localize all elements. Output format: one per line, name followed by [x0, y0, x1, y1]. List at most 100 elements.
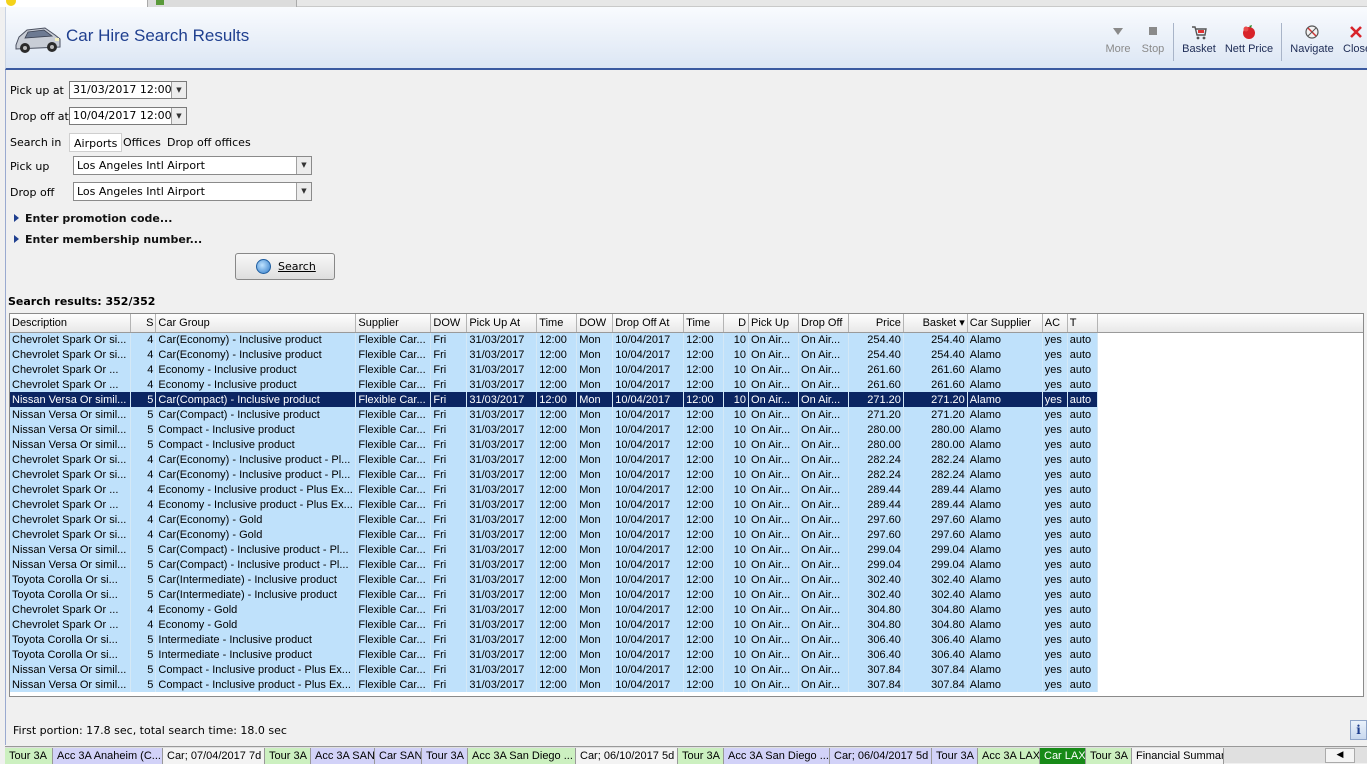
table-row[interactable]: Toyota Corolla Or si... 5 Car(Intermediate…: [10, 572, 1363, 587]
bottom-tab[interactable]: Car LAX: [1040, 748, 1086, 764]
table-row[interactable]: Chevrolet Spark Or ... 4 Economy - Inclusi…: [10, 482, 1363, 497]
table-row[interactable]: Nissan Versa Or simil... 5 Compact - Inclu…: [10, 662, 1363, 677]
close-button[interactable]: Close: [1343, 24, 1367, 58]
table-row[interactable]: Toyota Corolla Or si... 5 Intermediate - I…: [10, 632, 1363, 647]
table-row[interactable]: Chevrolet Spark Or si... 4 Car(Economy) - …: [10, 347, 1363, 362]
column-header-dropoff-location[interactable]: Drop Off: [798, 314, 849, 333]
table-row[interactable]: Nissan Versa Or simil... 5 Compact - Inclu…: [10, 677, 1363, 692]
nett-price-button[interactable]: Nett Price: [1223, 24, 1275, 58]
table-row[interactable]: Toyota Corolla Or si... 5 Car(Intermediate…: [10, 587, 1363, 602]
bottom-tab[interactable]: Tour 3A: [1086, 748, 1132, 764]
bottom-tab[interactable]: Car; 06/10/2017 5d: [576, 748, 678, 764]
column-header-pickup-time[interactable]: Time: [536, 314, 578, 333]
column-header-ac[interactable]: AC: [1042, 314, 1068, 333]
pickup-location-select[interactable]: Los Angeles Intl Airport ▼: [73, 156, 312, 175]
more-button[interactable]: More: [1103, 24, 1133, 58]
search-button[interactable]: Search: [235, 253, 335, 280]
bottom-tab[interactable]: Acc 3A LAX: [978, 748, 1040, 764]
table-row[interactable]: Chevrolet Spark Or ... 4 Economy - Inclusi…: [10, 362, 1363, 377]
promotion-code-expander[interactable]: Enter promotion code...: [14, 212, 172, 225]
dropoff-location-select[interactable]: Los Angeles Intl Airport ▼: [73, 182, 312, 201]
table-row[interactable]: Nissan Versa Or simil... 5 Car(Compact) - …: [10, 542, 1363, 557]
column-header-seats[interactable]: S: [130, 314, 157, 333]
chevron-down-icon[interactable]: ▼: [296, 183, 311, 200]
column-header-basket-price[interactable]: Basket ▾: [903, 314, 968, 333]
basket-button[interactable]: Basket: [1179, 24, 1219, 58]
bottom-tab[interactable]: Financial Summary: [1132, 748, 1224, 764]
cell-dropoff-time: 12:00: [683, 542, 725, 557]
column-header-description[interactable]: Description: [10, 314, 132, 333]
tabs-scroll-left-button[interactable]: ◀: [1325, 748, 1355, 763]
bottom-tab[interactable]: Car SAN: [375, 748, 422, 764]
cell-ac: yes: [1042, 647, 1068, 662]
bottom-tab[interactable]: Car; 06/04/2017 5d: [830, 748, 932, 764]
cell-price: 271.20: [848, 407, 904, 422]
bottom-tab[interactable]: Acc 3A Anaheim (C...: [53, 748, 163, 764]
cell-pickup-location: On Air...: [748, 572, 800, 587]
bottom-tab[interactable]: Acc 3A San Diego ...: [468, 748, 576, 764]
search-in-dropoff-offices-option[interactable]: Drop off offices: [163, 133, 255, 152]
column-header-days[interactable]: D: [723, 314, 750, 333]
window-tab-2[interactable]: [148, 0, 297, 7]
expand-arrow-icon: [14, 214, 19, 222]
bottom-tab[interactable]: Acc 3A SAN: [311, 748, 375, 764]
table-row[interactable]: Chevrolet Spark Or si... 4 Car(Economy) - …: [10, 527, 1363, 542]
dropoff-at-datetime-field[interactable]: 10/04/2017 12:00 ▼: [69, 107, 187, 125]
table-row[interactable]: Toyota Corolla Or si... 5 Intermediate - I…: [10, 647, 1363, 662]
cell-dropoff-date: 10/04/2017: [612, 407, 685, 422]
bottom-tab[interactable]: Tour 3A: [265, 748, 311, 764]
column-header-supplier[interactable]: Supplier: [355, 314, 432, 333]
chevron-down-icon[interactable]: ▼: [296, 157, 311, 174]
bottom-tab[interactable]: Tour 3A: [5, 748, 53, 764]
navigate-button[interactable]: Navigate: [1289, 24, 1335, 58]
column-header-car-supplier[interactable]: Car Supplier: [967, 314, 1043, 333]
table-row[interactable]: Chevrolet Spark Or si... 4 Car(Economy) - …: [10, 512, 1363, 527]
column-header-pickup-dow[interactable]: DOW: [430, 314, 468, 333]
bottom-tab[interactable]: Car; 07/04/2017 7d: [163, 748, 265, 764]
info-icon[interactable]: i: [1350, 720, 1367, 740]
bottom-tab[interactable]: Tour 3A: [678, 748, 724, 764]
chevron-down-icon[interactable]: ▼: [171, 108, 186, 124]
table-row[interactable]: Chevrolet Spark Or si... 4 Car(Economy) - …: [10, 467, 1363, 482]
column-header-dropoff-time[interactable]: Time: [683, 314, 725, 333]
cell-days: 10: [723, 392, 750, 407]
table-row[interactable]: Nissan Versa Or simil... 5 Car(Compact) - …: [10, 392, 1363, 407]
table-row[interactable]: Nissan Versa Or simil... 5 Compact - Inclu…: [10, 437, 1363, 452]
pickup-at-datetime-field[interactable]: 31/03/2017 12:00 ▼: [69, 81, 187, 99]
search-in-airports-option[interactable]: Airports: [69, 133, 123, 152]
cell-dropoff-time: 12:00: [683, 332, 725, 347]
table-row[interactable]: Chevrolet Spark Or ... 4 Economy - Inclusi…: [10, 377, 1363, 392]
column-header-dropoff-date[interactable]: Drop Off At: [612, 314, 685, 333]
table-row[interactable]: Chevrolet Spark Or ... 4 Economy - Gold Fle…: [10, 602, 1363, 617]
search-in-offices-option[interactable]: Offices: [119, 133, 165, 152]
column-header-dropoff-dow[interactable]: DOW: [576, 314, 614, 333]
table-row[interactable]: Nissan Versa Or simil... 5 Car(Compact) - …: [10, 557, 1363, 572]
cell-dropoff-dow: Mon: [576, 662, 614, 677]
navigate-icon: [1305, 25, 1319, 39]
bottom-tab[interactable]: Acc 3A San Diego ...: [724, 748, 830, 764]
cell-ac: yes: [1042, 467, 1068, 482]
bottom-tab[interactable]: Tour 3A: [422, 748, 468, 764]
cell-dropoff-location: On Air...: [798, 662, 849, 677]
cell-car-supplier: Alamo: [967, 557, 1043, 572]
column-header-transmission[interactable]: T: [1067, 314, 1098, 333]
cell-basket-price: 271.20: [903, 392, 968, 407]
column-header-car-group[interactable]: Car Group: [155, 314, 357, 333]
bottom-tab[interactable]: Tour 3A: [932, 748, 978, 764]
table-row[interactable]: Chevrolet Spark Or si... 4 Car(Economy) - …: [10, 452, 1363, 467]
column-header-pickup-location[interactable]: Pick Up: [748, 314, 800, 333]
table-row[interactable]: Chevrolet Spark Or ... 4 Economy - Inclusi…: [10, 497, 1363, 512]
results-grid[interactable]: Description S Car Group Supplier DOW Pick Up …: [9, 313, 1364, 697]
window-tab-1[interactable]: [0, 0, 148, 7]
cell-ac: yes: [1042, 557, 1068, 572]
chevron-down-icon[interactable]: ▼: [171, 82, 186, 98]
membership-number-expander[interactable]: Enter membership number...: [14, 233, 202, 246]
table-row[interactable]: Nissan Versa Or simil... 5 Car(Compact) - …: [10, 407, 1363, 422]
column-header-price[interactable]: Price: [848, 314, 904, 333]
table-row[interactable]: Nissan Versa Or simil... 5 Compact - Inclu…: [10, 422, 1363, 437]
table-row[interactable]: Chevrolet Spark Or ... 4 Economy - Gold Fle…: [10, 617, 1363, 632]
stop-button[interactable]: Stop: [1139, 24, 1167, 58]
cell-dropoff-date: 10/04/2017: [612, 617, 685, 632]
table-row[interactable]: Chevrolet Spark Or si... 4 Car(Economy) - …: [10, 332, 1363, 347]
column-header-pickup-date[interactable]: Pick Up At: [466, 314, 538, 333]
